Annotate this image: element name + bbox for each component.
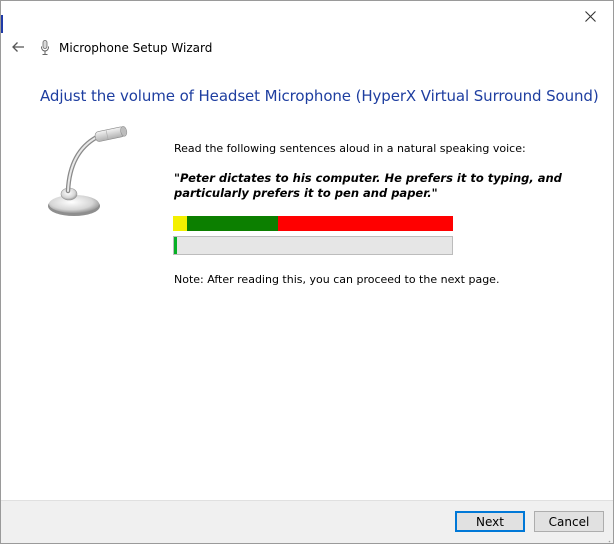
- cancel-button[interactable]: Cancel: [534, 511, 604, 532]
- window-title: Microphone Setup Wizard: [59, 41, 213, 55]
- resize-grip-icon[interactable]: [601, 531, 611, 543]
- close-button[interactable]: [567, 1, 613, 31]
- close-icon: [584, 7, 596, 26]
- instruction-text: Read the following sentences aloud in a …: [174, 142, 526, 155]
- wizard-window: Microphone Setup Wizard Adjust the volum…: [0, 0, 614, 544]
- meter-good-zone: [187, 216, 278, 231]
- meter-low-zone: [173, 216, 187, 231]
- input-level-bar: [173, 236, 453, 255]
- title-bar: Microphone Setup Wizard: [39, 38, 212, 58]
- note-text: Note: After reading this, you can procee…: [174, 273, 500, 286]
- wizard-footer: Next Cancel: [1, 500, 613, 543]
- sample-sentence: "Peter dictates to his computer. He pref…: [174, 171, 562, 200]
- back-button[interactable]: [7, 37, 29, 57]
- window-edge-accent: [1, 15, 3, 33]
- volume-zone-meter: [173, 216, 453, 231]
- page-heading: Adjust the volume of Headset Microphone …: [40, 87, 599, 105]
- input-level-fill: [174, 237, 177, 254]
- microphone-icon: [39, 39, 51, 57]
- desk-microphone-icon: [45, 123, 135, 223]
- back-arrow-icon: [11, 38, 25, 57]
- meter-high-zone: [278, 216, 453, 231]
- next-button[interactable]: Next: [455, 511, 525, 532]
